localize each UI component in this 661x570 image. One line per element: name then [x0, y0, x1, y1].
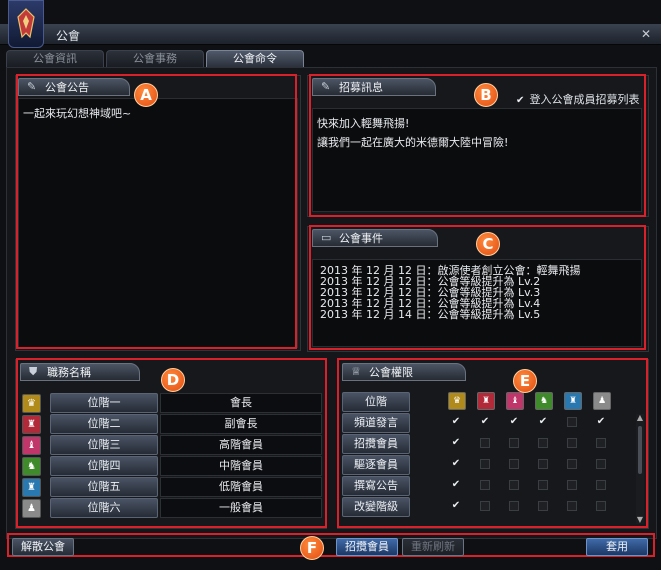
label-e: E [513, 369, 537, 393]
disabled-button[interactable]: 重新刷新 [402, 538, 464, 556]
main-content: ✎ 公會公告 一起來玩幻想神域吧~ A ✎ 招募訊息 ✔ 登入公會成員招募列表 … [6, 67, 657, 539]
tab-guild-info[interactable]: 公會資訊 [6, 50, 104, 68]
guild-window: 公會 ✕ 公會資訊 公會事務 公會命令 ✎ 公會公告 一起來玩幻想神域吧~ A … [0, 0, 661, 570]
recruit-member-button[interactable]: 招攬會員 [336, 538, 398, 556]
close-icon[interactable]: ✕ [639, 27, 653, 41]
disband-guild-button[interactable]: 解散公會 [12, 538, 74, 556]
highlight-box-e [337, 358, 648, 528]
guild-emblem-icon [8, 0, 44, 48]
tab-guild-commands[interactable]: 公會命令 [206, 50, 304, 68]
footer-bar: 解散公會 招攬會員 重新刷新 套用 [6, 535, 655, 557]
tab-guild-affairs[interactable]: 公會事務 [106, 50, 204, 68]
title-bar[interactable] [0, 24, 661, 45]
label-d: D [161, 368, 185, 392]
window-title: 公會 [56, 29, 81, 43]
label-f: F [300, 536, 324, 560]
highlight-box-a [16, 74, 297, 349]
apply-button[interactable]: 套用 [586, 538, 648, 556]
label-a: A [134, 83, 158, 107]
label-c: C [476, 232, 500, 256]
label-b: B [474, 83, 498, 107]
